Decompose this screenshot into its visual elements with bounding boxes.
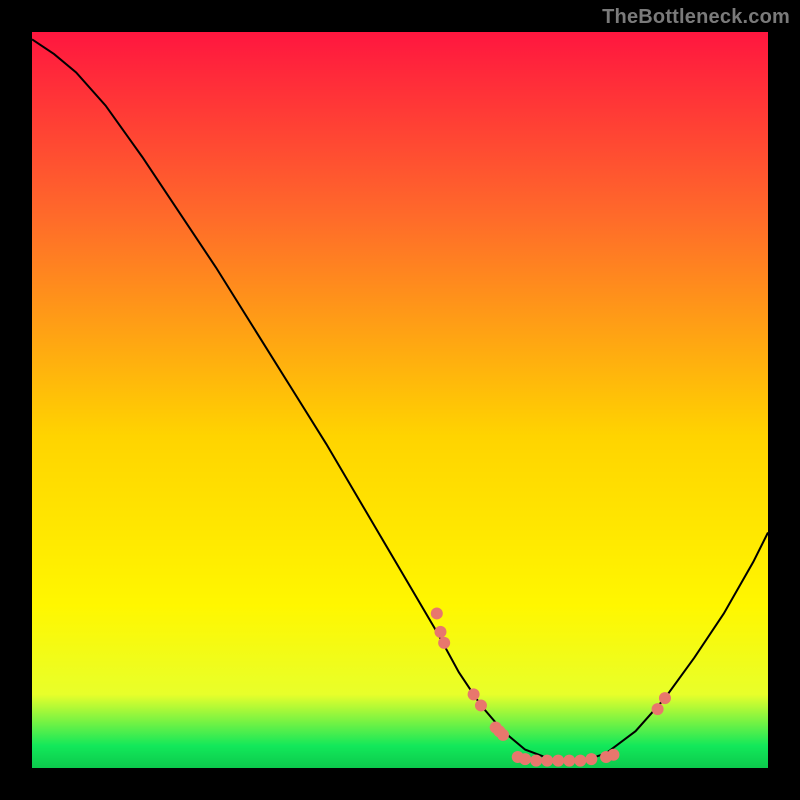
bottleneck-chart — [32, 32, 768, 768]
sample-point — [530, 755, 542, 767]
sample-point — [552, 755, 564, 767]
sample-point — [475, 699, 487, 711]
sample-point — [519, 753, 531, 765]
sample-point — [659, 692, 671, 704]
chart-frame — [32, 32, 768, 768]
sample-point — [468, 688, 480, 700]
watermark-text: TheBottleneck.com — [602, 6, 790, 29]
sample-point — [434, 626, 446, 638]
sample-point — [431, 607, 443, 619]
sample-point — [574, 755, 586, 767]
sample-point — [497, 729, 509, 741]
sample-point — [563, 755, 575, 767]
sample-point — [438, 637, 450, 649]
chart-background — [32, 32, 768, 768]
sample-point — [607, 749, 619, 761]
sample-point — [585, 753, 597, 765]
sample-point — [652, 703, 664, 715]
sample-point — [541, 755, 553, 767]
